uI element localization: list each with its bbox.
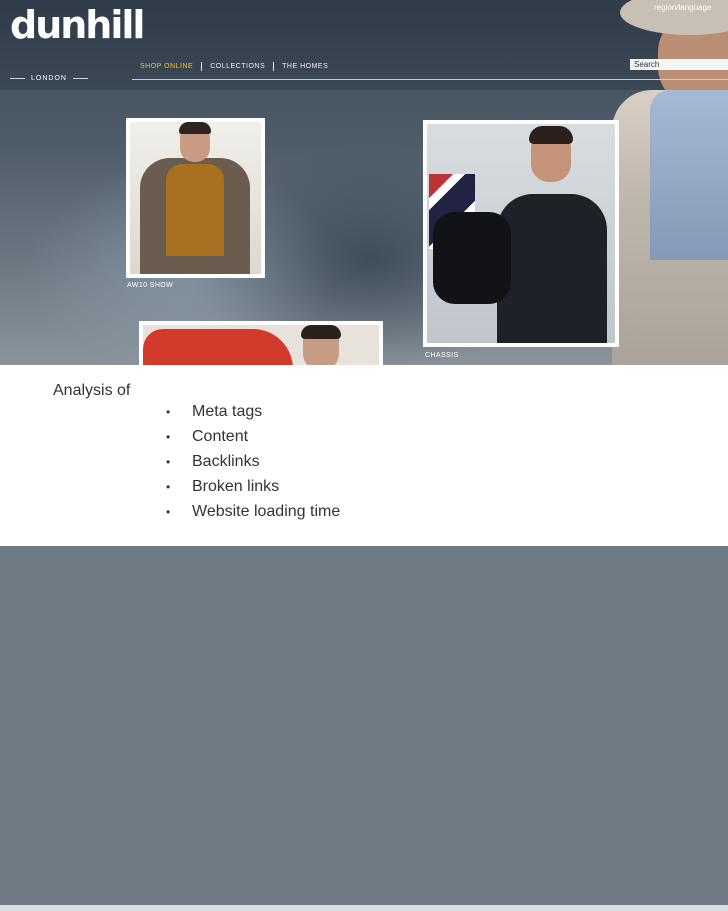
bullet-text: Meta tags (192, 402, 263, 420)
photo-content (427, 124, 615, 343)
nav-shop-online[interactable]: SHOP ONLINE (140, 63, 193, 70)
nav-collections[interactable]: COLLECTIONS (210, 63, 265, 70)
gallery-photo-aw10-show[interactable] (126, 118, 265, 278)
photo-content (130, 122, 261, 274)
bullet-text: Website loading time (192, 502, 341, 520)
nav-the-homes[interactable]: THE HOMES (282, 63, 328, 70)
region-language-link[interactable]: region/language (654, 3, 711, 12)
bullet-icon: • (166, 454, 171, 469)
analysis-bullet-list: • Meta tags • Content • Backlinks • Broken l… (166, 399, 340, 524)
main-nav: SHOP ONLINE COLLECTIONS THE HOMES (140, 62, 328, 71)
hero-banner: dunhill LONDON region/language SHOP ONLI… (0, 0, 728, 365)
bullet-icon: • (166, 429, 171, 444)
list-item: • Backlinks (166, 449, 340, 474)
gallery-photo-third[interactable] (139, 321, 383, 365)
photo-figure-sweater (166, 164, 224, 256)
photo-figure-hair (179, 122, 211, 134)
photo-red-garment (143, 329, 293, 365)
nav-separator (201, 62, 203, 71)
list-item: • Content (166, 424, 340, 449)
brand-logo[interactable]: dunhill (10, 6, 145, 44)
panel-bottom-border (0, 905, 728, 911)
photo-figure-bag (433, 212, 511, 304)
gallery-caption-chassis[interactable]: CHASSIS (425, 352, 459, 359)
search-input[interactable]: Search (630, 59, 728, 70)
bullet-text: Backlinks (192, 452, 260, 470)
bullet-icon: • (166, 504, 171, 519)
bullet-icon: • (166, 479, 171, 494)
brand-sub-label: LONDON (31, 75, 67, 82)
brand-sub: LONDON (10, 75, 89, 82)
gallery-caption-aw10-show[interactable]: AW10 SHOW (127, 282, 173, 289)
analysis-title: Analysis of (53, 382, 131, 399)
bullet-text: Broken links (192, 477, 280, 495)
bullet-text: Content (192, 427, 249, 445)
header-divider (132, 79, 728, 80)
list-item: • Meta tags (166, 399, 340, 424)
photo-figure-hair (529, 126, 573, 144)
logo-line-left (10, 78, 26, 79)
bullet-icon: • (166, 404, 171, 419)
list-item: • Website loading time (166, 499, 340, 524)
photo-figure-coat (497, 194, 607, 343)
list-item: • Broken links (166, 474, 340, 499)
analysis-panel: Analysis of • Meta tags • Content • Backlin… (0, 365, 728, 911)
gallery-photo-chassis[interactable] (423, 120, 619, 347)
logo-line-right (72, 78, 89, 79)
photo-content (143, 325, 379, 365)
photo-figure-hair (301, 325, 341, 339)
nav-separator (273, 62, 275, 71)
model-shirt (650, 90, 728, 260)
